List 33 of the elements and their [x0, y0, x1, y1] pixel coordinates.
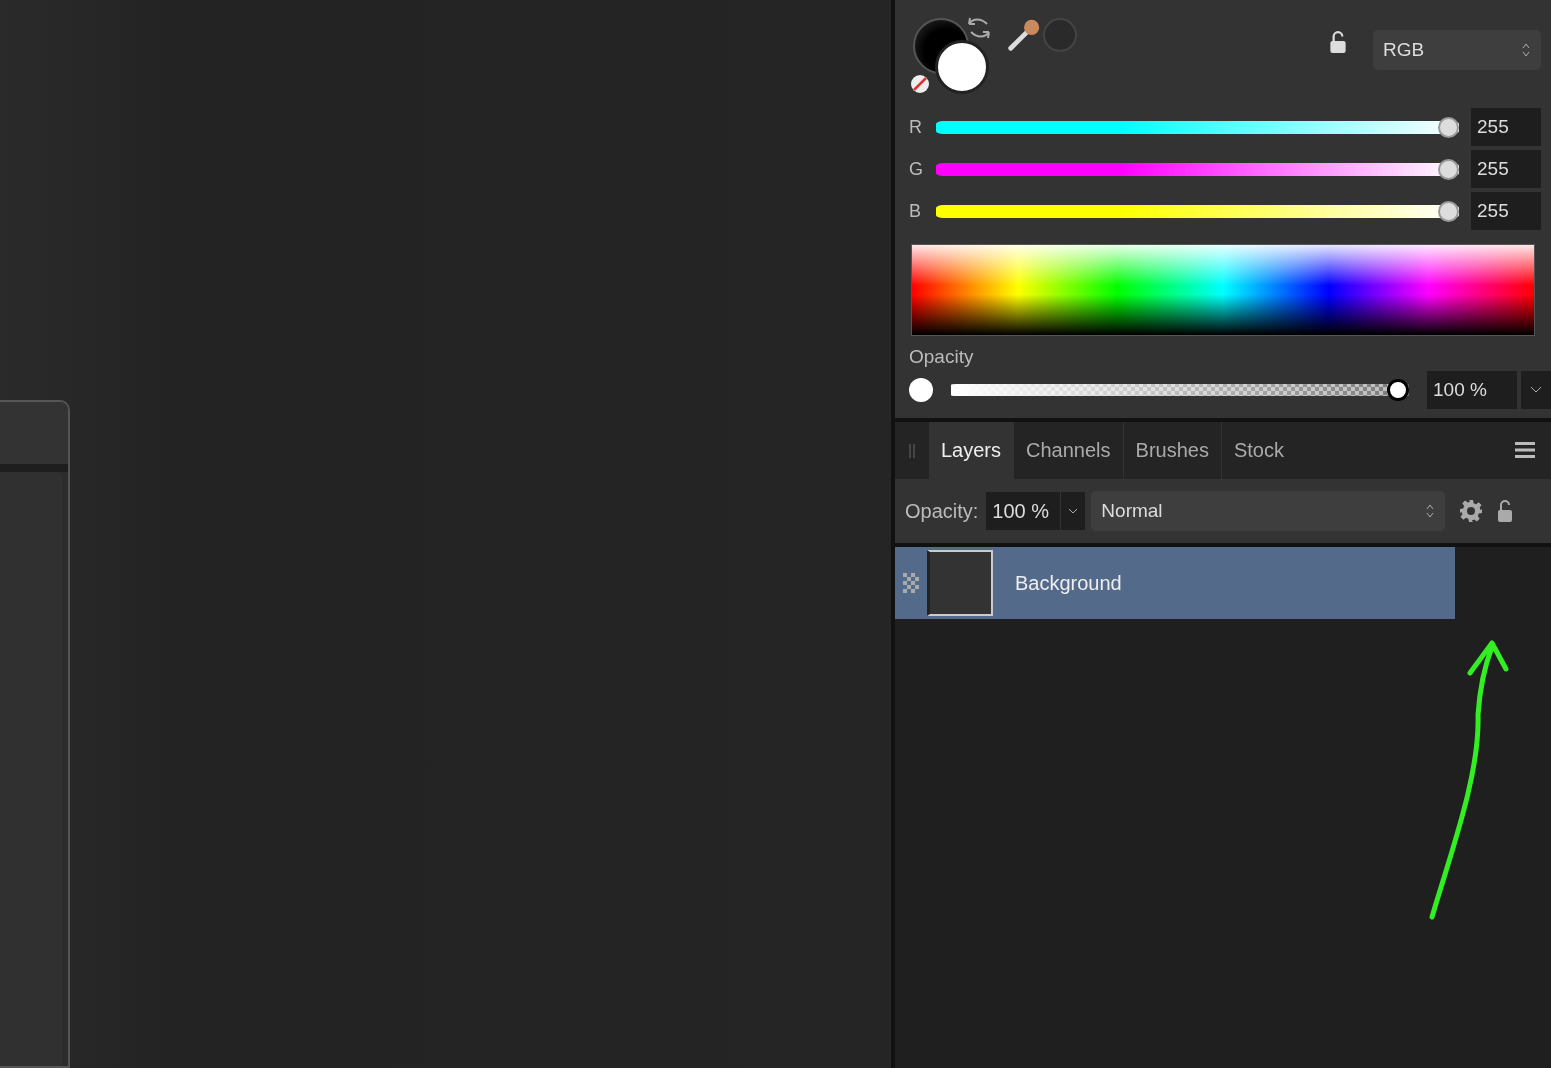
opacity-label: Opacity: [909, 346, 975, 368]
opacity-value-field[interactable]: 100 %: [986, 492, 1061, 530]
lock-icon[interactable]: [1329, 30, 1347, 54]
menu-icon[interactable]: [1515, 441, 1535, 459]
opacity-color-swatch: [909, 378, 933, 402]
settings-icon[interactable]: [1459, 499, 1484, 523]
slider-thumb[interactable]: [1438, 158, 1459, 180]
color-model-dropdown[interactable]: RGB: [1373, 30, 1541, 70]
lock-icon[interactable]: [1497, 499, 1514, 523]
slider-thumb[interactable]: [1438, 200, 1459, 222]
picked-color-swatch: [1043, 18, 1077, 52]
panel-tab[interactable]: Layers: [929, 422, 1015, 479]
blend-mode-dropdown[interactable]: Normal: [1091, 491, 1446, 531]
secondary-color-swatch[interactable]: [935, 40, 989, 94]
layer-thumbnail: [927, 550, 993, 616]
opacity-value-field[interactable]: 100 %: [1427, 371, 1517, 409]
opacity-label: Opacity:: [905, 499, 979, 523]
panel-tab[interactable]: Stock: [1221, 422, 1296, 479]
color-spectrum[interactable]: [911, 244, 1535, 336]
layer-row[interactable]: Background: [895, 547, 1455, 619]
slider-thumb[interactable]: [1387, 379, 1409, 401]
channel-value-field[interactable]: 255: [1471, 192, 1541, 230]
checkerboard-icon[interactable]: [903, 573, 919, 593]
channel-value-field[interactable]: 255: [1471, 150, 1541, 188]
no-color-icon[interactable]: [910, 74, 930, 94]
channel-label: G: [909, 158, 924, 180]
channel-value-field[interactable]: 255: [1471, 108, 1541, 146]
layer-name: Background: [1015, 571, 1122, 595]
up-down-chevron-icon: [1521, 41, 1531, 59]
up-down-chevron-icon: [1425, 502, 1436, 520]
channel-label: B: [909, 200, 922, 222]
channel-label: R: [909, 116, 923, 138]
slider-thumb[interactable]: [1438, 116, 1459, 138]
